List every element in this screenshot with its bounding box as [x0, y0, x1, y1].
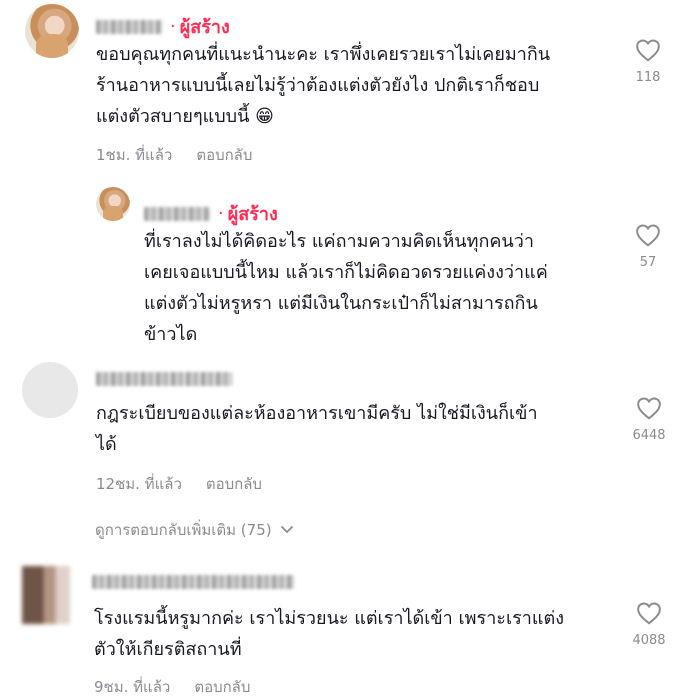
- like-button[interactable]: 6448: [627, 396, 671, 443]
- comment-line: โรงแรมนี้หรูมากค่ะ เราไม่รวยนะ แต่เราได้…: [94, 608, 564, 629]
- dot-separator: ·: [170, 15, 176, 37]
- author-row: · ผู้สร้าง: [144, 199, 278, 228]
- avatar[interactable]: [22, 362, 78, 418]
- timestamp: 1ชม. ที่แล้ว: [96, 146, 173, 164]
- avatar[interactable]: [96, 187, 130, 221]
- blurred-username[interactable]: [144, 206, 210, 221]
- avatar[interactable]: [22, 566, 70, 624]
- timestamp: 12ชม. ที่แล้ว: [96, 475, 182, 493]
- heart-icon: [636, 224, 660, 247]
- comment-line: ร้านอาหารแบบนี้เลยไม่รู้ว่าต้องแต่งตัวยั…: [96, 75, 540, 96]
- author-row: [96, 372, 232, 386]
- blurred-username[interactable]: [96, 372, 232, 386]
- reply-button[interactable]: ตอบกลับ: [194, 675, 250, 699]
- comment-line: แต่งตัวสบายๆแบบนี้ 😁: [96, 106, 274, 127]
- comment-text: โรงแรมนี้หรูมากค่ะ เราไม่รวยนะ แต่เราได้…: [94, 603, 564, 665]
- creator-badge: ผู้สร้าง: [179, 17, 230, 38]
- comment-meta: 12ชม. ที่แล้ว ตอบกลับ: [96, 472, 262, 496]
- like-count: 6448: [632, 428, 666, 443]
- comment-line: กฎระเบียบของแต่ละห้องอาหารเขามีครับ ไม่ใ…: [96, 403, 538, 424]
- comment-line: ตัวให้เกียรติสถานที่: [94, 639, 242, 660]
- blurred-username[interactable]: [92, 575, 294, 589]
- like-count: 57: [639, 255, 657, 270]
- comment-line: เคยเจอแบบนี้ไหม แล้วเราก็ไม่คิดอวดรวยแค่…: [144, 262, 548, 283]
- comment-line: ได้: [96, 434, 117, 455]
- avatar[interactable]: [25, 4, 79, 58]
- comment-text: ขอบคุณทุกคนที่แนะนำนะคะ เราพึ่งเคยรวยเรา…: [96, 39, 550, 132]
- chevron-down-icon: [280, 526, 293, 534]
- view-more-replies-button[interactable]: ดูการตอบกลับเพิ่มเติม (75): [95, 518, 294, 542]
- author-row: · ผู้สร้าง: [96, 12, 230, 41]
- heart-icon: [637, 602, 661, 625]
- like-button[interactable]: 4088: [627, 601, 671, 648]
- reply-button[interactable]: ตอบกลับ: [196, 143, 252, 167]
- blurred-username[interactable]: [96, 19, 162, 34]
- more-replies-label: ดูการตอบกลับเพิ่มเติม (75): [95, 521, 272, 539]
- like-button[interactable]: 57: [626, 223, 670, 270]
- comment-meta: 9ชม. ที่แล้ว ตอบกลับ: [94, 675, 250, 699]
- comment-line: ข้าวได: [144, 324, 198, 345]
- comment-line: ที่เราลงไม่ได้คิดอะไร แค่ถามความคิดเห็นท…: [144, 231, 534, 252]
- comment-text: กฎระเบียบของแต่ละห้องอาหารเขามีครับ ไม่ใ…: [96, 398, 538, 460]
- author-row: [92, 575, 294, 589]
- reply-button[interactable]: ตอบกลับ: [206, 472, 262, 496]
- like-count: 118: [635, 70, 661, 85]
- heart-icon: [636, 39, 660, 62]
- heart-icon: [637, 397, 661, 420]
- timestamp: 9ชม. ที่แล้ว: [94, 678, 171, 696]
- comment-meta: 1ชม. ที่แล้ว ตอบกลับ: [96, 143, 252, 167]
- dot-separator: ·: [218, 202, 224, 224]
- like-count: 4088: [632, 633, 666, 648]
- comment-line: ขอบคุณทุกคนที่แนะนำนะคะ เราพึ่งเคยรวยเรา…: [96, 44, 551, 65]
- comment-line: แต่งตัวไม่หรูหรา แต่มีเงินในกระเป๋าก็ไม่…: [144, 293, 538, 314]
- comment-text: ที่เราลงไม่ได้คิดอะไร แค่ถามความคิดเห็นท…: [144, 226, 548, 350]
- creator-badge: ผู้สร้าง: [227, 204, 278, 225]
- like-button[interactable]: 118: [626, 38, 670, 85]
